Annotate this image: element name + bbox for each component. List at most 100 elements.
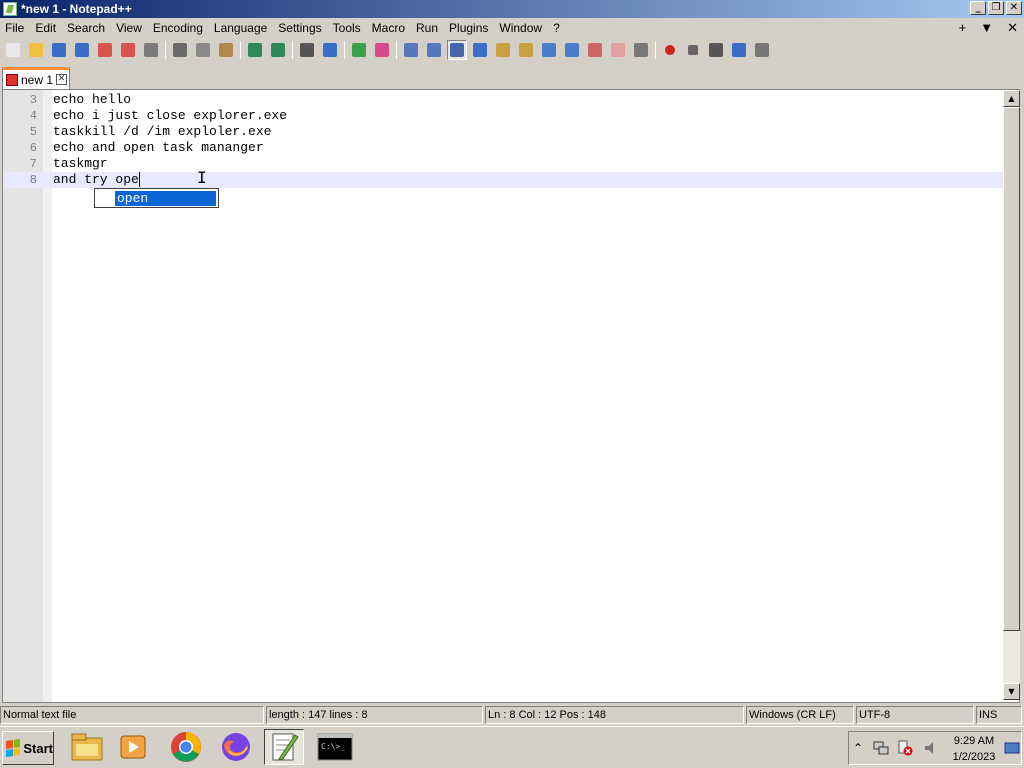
volume-icon[interactable] [923, 740, 939, 756]
sync-horizontal-icon[interactable] [424, 40, 444, 60]
function-list-icon[interactable] [562, 40, 582, 60]
tab-close-icon[interactable]: ✕ [56, 74, 68, 85]
record-macro-icon[interactable] [660, 40, 680, 60]
status-mode[interactable]: INS [976, 706, 1022, 724]
menu-view[interactable]: View [111, 18, 148, 38]
autocomplete-popup[interactable]: open [94, 188, 219, 208]
media-player-icon [120, 735, 146, 759]
menu-help[interactable]: ? [548, 18, 566, 38]
redo-icon[interactable] [268, 40, 288, 60]
editor-line[interactable]: 6 echo and open task mananger [3, 140, 1004, 156]
copy-icon[interactable] [193, 40, 213, 60]
line-text[interactable]: echo and open task mananger [53, 140, 264, 156]
folder-workspace-icon[interactable] [585, 40, 605, 60]
clock-date[interactable]: 1/2/2023 [945, 751, 1003, 763]
replace-icon[interactable] [320, 40, 340, 60]
status-encoding[interactable]: UTF-8 [856, 706, 974, 724]
zoom-in-icon[interactable] [349, 40, 369, 60]
status-length-lines: length : 147 lines : 8 [266, 706, 483, 724]
scrollbar-thumb[interactable] [1003, 107, 1020, 631]
line-number: 7 [29, 157, 37, 171]
user-language-icon[interactable] [516, 40, 536, 60]
menu-run[interactable]: Run [411, 18, 444, 38]
minimize-button[interactable]: _ [970, 1, 986, 15]
menu-bar: File Edit Search View Encoding Language … [0, 18, 1024, 38]
document-list-icon[interactable] [608, 40, 628, 60]
editor-line[interactable]: 8 and try ope [3, 172, 1004, 188]
taskbar-explorer-button[interactable] [67, 729, 107, 765]
close-window-button[interactable]: ✕ [1006, 1, 1022, 15]
editor-line[interactable]: 3 echo hello [3, 92, 1004, 108]
vertical-scrollbar[interactable]: ▲ ▼ [1003, 90, 1020, 700]
stop-record-icon[interactable] [683, 40, 703, 60]
save-all-icon[interactable] [72, 40, 92, 60]
taskbar-notepad-plus-plus-button[interactable] [264, 729, 304, 765]
cut-icon[interactable] [170, 40, 190, 60]
word-wrap-icon[interactable] [447, 40, 467, 60]
doc-map-icon[interactable] [539, 40, 559, 60]
toolbar [0, 38, 1024, 62]
new-file-icon[interactable] [3, 40, 23, 60]
paste-icon[interactable] [216, 40, 236, 60]
menu-encoding[interactable]: Encoding [148, 18, 209, 38]
find-icon[interactable] [297, 40, 317, 60]
clock-time[interactable]: 9:29 AM [945, 735, 1003, 747]
save-icon[interactable] [49, 40, 69, 60]
notepad-plus-plus-icon[interactable] [3, 2, 17, 16]
menu-file[interactable]: File [0, 18, 30, 38]
scroll-down-arrow-icon[interactable]: ▼ [1003, 683, 1020, 700]
tab-new-1[interactable]: new 1 ✕ [2, 67, 70, 89]
menu-window[interactable]: Window [494, 18, 548, 38]
editor-line[interactable]: 7 taskmgr [3, 156, 1004, 172]
line-text[interactable]: and try ope [53, 172, 139, 188]
scroll-up-arrow-icon[interactable]: ▲ [1003, 90, 1020, 107]
menu-plugins[interactable]: Plugins [444, 18, 494, 38]
close-document-icon[interactable]: ✕ [1007, 18, 1018, 38]
close-icon[interactable] [95, 40, 115, 60]
action-center-alert-icon[interactable] [897, 740, 913, 756]
zoom-out-icon[interactable] [372, 40, 392, 60]
undo-icon[interactable] [245, 40, 265, 60]
editor[interactable]: 3 echo hello 4 echo i just close explorer.e… [2, 89, 1020, 703]
menu-language[interactable]: Language [209, 18, 273, 38]
menu-edit[interactable]: Edit [30, 18, 62, 38]
line-text[interactable]: echo i just close explorer.exe [53, 108, 287, 124]
autocomplete-item[interactable]: open [115, 191, 216, 206]
line-text[interactable]: taskmgr [53, 156, 108, 172]
line-text[interactable]: echo hello [53, 92, 131, 108]
new-tab-plus-icon[interactable]: + [959, 18, 967, 38]
title-bar[interactable]: *new 1 - Notepad++ _ ❐ ✕ [0, 0, 1024, 18]
monitoring-icon[interactable] [631, 40, 651, 60]
run-macro-multiple-icon[interactable] [729, 40, 749, 60]
editor-line[interactable]: 5 taskkill /d /im exploler.exe [3, 124, 1004, 140]
status-file-type: Normal text file [0, 706, 264, 724]
show-desktop-icon[interactable] [1004, 740, 1020, 756]
print-icon[interactable] [141, 40, 161, 60]
indent-guide-icon[interactable] [493, 40, 513, 60]
menu-search[interactable]: Search [62, 18, 111, 38]
menu-tools[interactable]: Tools [328, 18, 367, 38]
menu-settings[interactable]: Settings [273, 18, 327, 38]
taskbar-cmd-button[interactable]: C:\>_ [315, 729, 355, 765]
open-file-icon[interactable] [26, 40, 46, 60]
close-all-icon[interactable] [118, 40, 138, 60]
restore-button[interactable]: ❐ [988, 1, 1004, 15]
editor-line[interactable]: 4 echo i just close explorer.exe [3, 108, 1004, 124]
save-macro-icon[interactable] [752, 40, 772, 60]
line-text[interactable]: taskkill /d /im exploler.exe [53, 124, 271, 140]
start-button[interactable]: Start [2, 731, 54, 765]
taskbar-firefox-button[interactable] [216, 729, 256, 765]
show-hidden-icons-chevron-icon[interactable]: ⌃ [853, 740, 869, 756]
taskbar-chrome-button[interactable] [166, 729, 206, 765]
network-icon[interactable] [873, 740, 889, 756]
taskbar-media-player-button[interactable] [113, 729, 153, 765]
play-macro-icon[interactable] [706, 40, 726, 60]
tab-list-dropdown-icon[interactable]: ▼ [980, 18, 993, 38]
autocomplete-item-icon [97, 191, 113, 205]
toolbar-separator [292, 41, 293, 59]
status-position: Ln : 8 Col : 12 Pos : 148 [485, 706, 744, 724]
status-eol[interactable]: Windows (CR LF) [746, 706, 854, 724]
menu-macro[interactable]: Macro [367, 18, 411, 38]
show-all-chars-icon[interactable] [470, 40, 490, 60]
sync-vertical-icon[interactable] [401, 40, 421, 60]
